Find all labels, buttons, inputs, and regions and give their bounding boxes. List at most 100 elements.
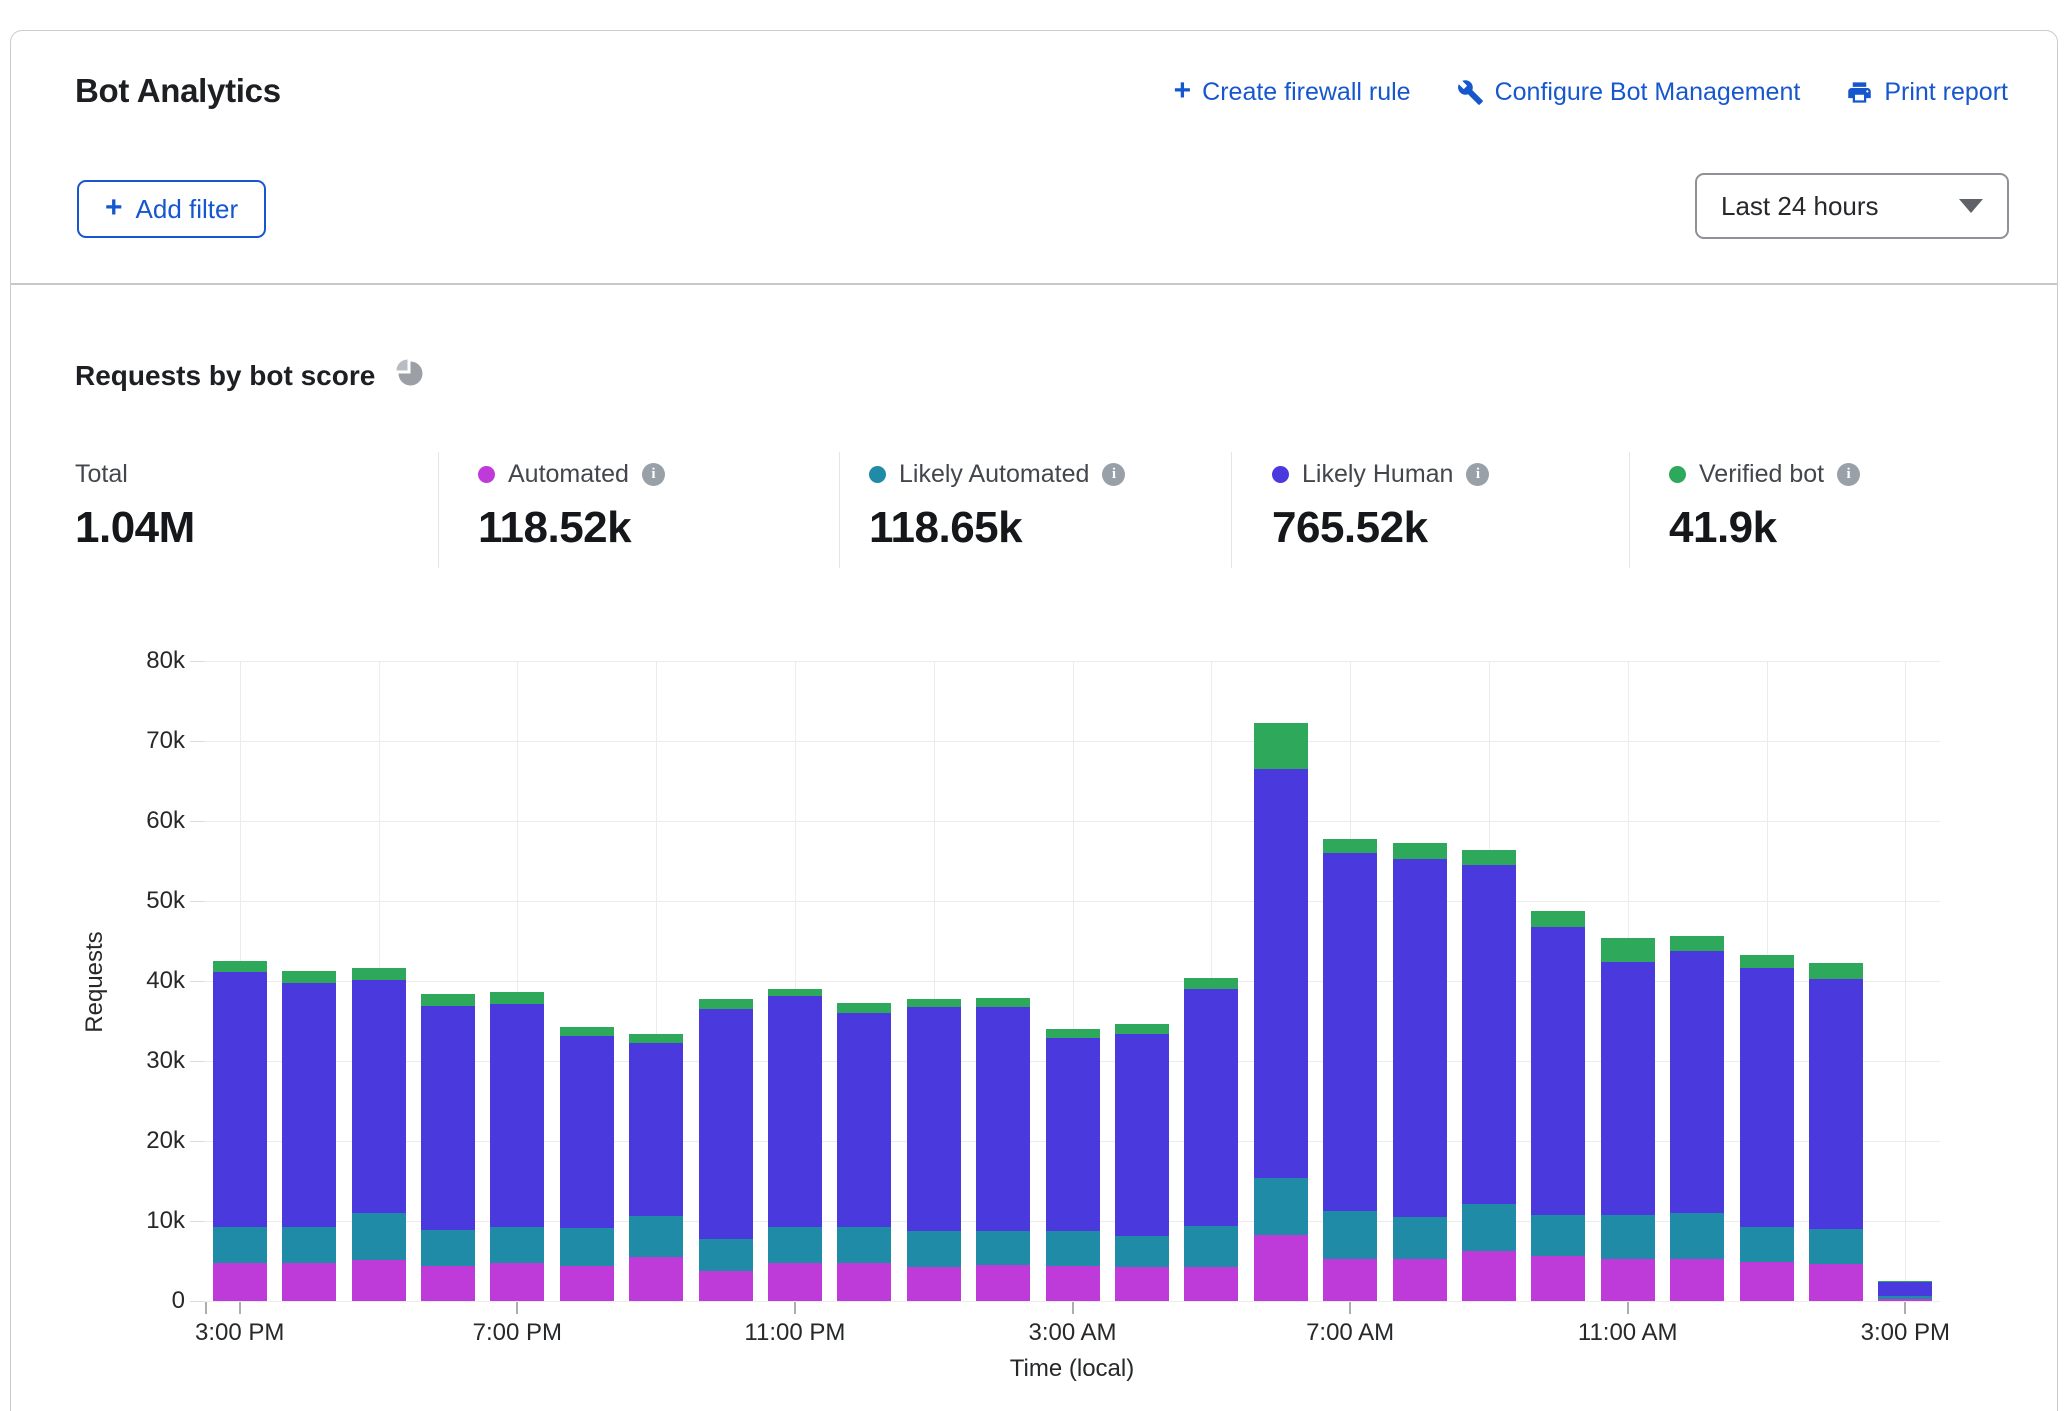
x-tick-mark: [205, 1302, 207, 1314]
bar-segment-likely-automated: [1601, 1215, 1655, 1258]
x-tick-mark: [239, 1302, 241, 1314]
bar-segment-likely-automated: [213, 1227, 267, 1263]
bar-segment-automated: [1670, 1259, 1724, 1301]
bar-segment-verified-bot: [1878, 1281, 1932, 1282]
bar-segment-likely-automated: [1531, 1215, 1585, 1257]
bar-segment-likely-automated: [837, 1227, 891, 1263]
bar-segment-likely-automated: [1254, 1178, 1308, 1235]
bar-segment-verified-bot: [976, 998, 1030, 1007]
x-tick-mark: [516, 1302, 518, 1314]
bar-segment-likely-automated: [560, 1228, 614, 1266]
bar-segment-likely-automated: [282, 1227, 336, 1263]
bar-segment-verified-bot: [1531, 911, 1585, 927]
bar-segment-likely-automated: [768, 1227, 822, 1264]
x-tick-label: 3:00 AM: [1028, 1319, 1116, 1347]
bar-segment-automated: [282, 1263, 336, 1301]
y-tick-label: 20k: [95, 1127, 185, 1155]
x-tick-mark: [794, 1302, 796, 1314]
bar-segment-automated: [1809, 1264, 1863, 1301]
bar-segment-verified-bot: [213, 961, 267, 972]
bar-segment-likely-human: [1809, 979, 1863, 1229]
bar-segment-likely-human: [1393, 859, 1447, 1217]
x-tick-mark: [1904, 1302, 1906, 1314]
bar-segment-verified-bot: [1323, 839, 1377, 853]
bar-segment-likely-automated: [1740, 1227, 1794, 1261]
requests-by-bot-score-chart: Requests Time (local) 010k20k30k40k50k60…: [0, 0, 2070, 1394]
bar-segment-automated: [1115, 1267, 1169, 1301]
bar-segment-likely-automated: [1670, 1213, 1724, 1259]
bar-segment-likely-human: [1323, 853, 1377, 1211]
bar-segment-likely-automated: [1393, 1217, 1447, 1259]
bar-segment-automated: [1184, 1267, 1238, 1301]
bar-segment-likely-human: [837, 1013, 891, 1227]
bar-segment-automated: [1740, 1262, 1794, 1301]
y-tick-mark: [190, 901, 205, 902]
x-tick-label: 3:00 PM: [195, 1319, 284, 1347]
bar-segment-likely-automated: [490, 1227, 544, 1264]
bar-segment-likely-automated: [1809, 1229, 1863, 1264]
bar-segment-likely-automated: [1323, 1211, 1377, 1258]
y-tick-label: 80k: [95, 647, 185, 675]
x-tick-label: 7:00 PM: [473, 1319, 562, 1347]
bar-segment-likely-human: [1601, 962, 1655, 1216]
bar-segment-likely-human: [490, 1004, 544, 1226]
bar-segment-verified-bot: [560, 1027, 614, 1036]
y-tick-mark: [190, 981, 205, 982]
bar-segment-verified-bot: [907, 999, 961, 1008]
bar-segment-likely-automated: [1115, 1236, 1169, 1266]
bar-segment-automated: [1462, 1251, 1516, 1301]
y-tick-mark: [190, 661, 205, 662]
bar-segment-automated: [629, 1257, 683, 1301]
bar-segment-likely-automated: [1184, 1226, 1238, 1268]
x-tick-label: 3:00 PM: [1861, 1319, 1950, 1347]
bar-segment-likely-human: [1670, 951, 1724, 1213]
bar-segment-verified-bot: [1740, 955, 1794, 969]
bar-segment-likely-automated: [629, 1216, 683, 1257]
bar-segment-likely-human: [1115, 1034, 1169, 1236]
bar-segment-likely-automated: [1462, 1204, 1516, 1250]
v-gridline: [1905, 661, 1906, 1301]
bar-segment-likely-automated: [352, 1213, 406, 1260]
bar-segment-likely-automated: [421, 1230, 475, 1266]
y-tick-mark: [190, 1061, 205, 1062]
bar-segment-automated: [213, 1263, 267, 1301]
y-tick-label: 30k: [95, 1047, 185, 1075]
bar-segment-likely-automated: [907, 1231, 961, 1267]
bar-segment-verified-bot: [1809, 963, 1863, 979]
bar-segment-likely-automated: [1046, 1231, 1100, 1266]
bar-segment-verified-bot: [629, 1034, 683, 1043]
x-axis-title: Time (local): [1010, 1355, 1134, 1383]
x-tick-label: 7:00 AM: [1306, 1319, 1394, 1347]
bar-segment-automated: [1254, 1235, 1308, 1301]
bar-segment-verified-bot: [1046, 1029, 1100, 1038]
bar-segment-verified-bot: [352, 968, 406, 980]
bar-segment-verified-bot: [1254, 723, 1308, 769]
bar-segment-likely-automated: [1878, 1296, 1932, 1298]
bar-segment-likely-human: [1046, 1038, 1100, 1231]
bar-segment-automated: [976, 1265, 1030, 1301]
bar-segment-verified-bot: [1115, 1024, 1169, 1034]
bar-segment-verified-bot: [768, 989, 822, 996]
bar-segment-verified-bot: [490, 992, 544, 1004]
y-tick-label: 0: [95, 1287, 185, 1315]
bar-segment-likely-human: [907, 1007, 961, 1230]
bar-segment-automated: [560, 1266, 614, 1301]
bar-segment-verified-bot: [1601, 938, 1655, 962]
bar-segment-automated: [1601, 1259, 1655, 1301]
bar-segment-automated: [1531, 1256, 1585, 1301]
bar-segment-verified-bot: [282, 971, 336, 982]
y-tick-label: 60k: [95, 807, 185, 835]
bar-segment-automated: [907, 1267, 961, 1301]
bar-segment-automated: [490, 1263, 544, 1301]
bar-segment-likely-human: [213, 972, 267, 1227]
y-tick-label: 50k: [95, 887, 185, 915]
bar-segment-likely-human: [1531, 927, 1585, 1214]
y-tick-mark: [190, 1221, 205, 1222]
y-tick-label: 70k: [95, 727, 185, 755]
bar-segment-verified-bot: [1670, 936, 1724, 950]
bar-segment-likely-human: [560, 1036, 614, 1228]
bar-segment-automated: [1046, 1266, 1100, 1301]
bar-segment-automated: [1393, 1259, 1447, 1301]
bar-segment-likely-human: [1878, 1282, 1932, 1296]
bar-segment-likely-human: [282, 983, 336, 1227]
